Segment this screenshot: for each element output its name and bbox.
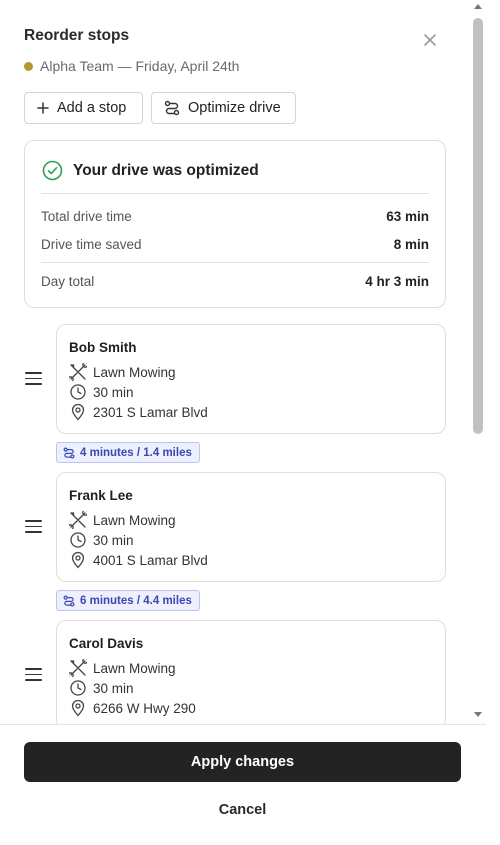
stat-value: 8 min [393, 237, 429, 252]
plus-icon [37, 102, 49, 114]
duration: 30 min [93, 680, 134, 696]
apply-changes-button[interactable]: Apply changes [24, 742, 461, 782]
drag-handle-icon[interactable] [25, 668, 42, 682]
service-name: Lawn Mowing [93, 660, 176, 676]
customer-name: Frank Lee [69, 488, 133, 503]
clock-icon [70, 680, 86, 696]
service-line: Lawn Mowing [69, 511, 176, 529]
route-icon [63, 595, 75, 606]
optimize-drive-label: Optimize drive [188, 100, 281, 116]
stop-row: Frank Lee Lawn Mowing 30 min 4001 S Lama… [24, 472, 446, 582]
stop-card[interactable]: Carol Davis Lawn Mowing 30 min 6266 W Hw… [56, 620, 446, 725]
drive-segment-label: 6 minutes / 4.4 miles [80, 594, 192, 607]
customer-name: Bob Smith [69, 340, 137, 355]
tools-icon [69, 511, 87, 529]
scrollbar-thumb[interactable] [473, 18, 483, 434]
reorder-stops-panel: Reorder stops Alpha Team — Friday, April… [0, 0, 486, 725]
map-pin-icon [71, 699, 85, 717]
check-circle-icon [42, 160, 63, 181]
duration-line: 30 min [69, 679, 134, 697]
stat-drive-time-saved: Drive time saved 8 min [41, 237, 429, 252]
team-date-subtitle: Alpha Team — Friday, April 24th [24, 58, 239, 74]
cancel-button[interactable]: Cancel [24, 798, 461, 822]
clock-icon [70, 384, 86, 400]
drive-segment-badge: 4 minutes / 1.4 miles [56, 442, 200, 463]
address: 4001 S Lamar Blvd [93, 552, 208, 568]
address-line: 4001 S Lamar Blvd [69, 551, 208, 569]
team-color-dot [24, 61, 33, 71]
stat-label: Total drive time [41, 209, 132, 224]
address-line: 6266 W Hwy 290 [69, 699, 196, 717]
close-icon[interactable] [421, 31, 439, 49]
address-line: 2301 S Lamar Blvd [69, 403, 208, 421]
page-title: Reorder stops [24, 27, 130, 44]
optimization-heading: Your drive was optimized [73, 161, 259, 179]
divider [41, 262, 429, 263]
add-stop-label: Add a stop [57, 100, 127, 116]
stat-value: 4 hr 3 min [365, 274, 429, 289]
clock-icon [70, 532, 86, 548]
stat-label: Day total [41, 274, 95, 289]
map-pin-icon [71, 403, 85, 421]
drive-segment-label: 4 minutes / 1.4 miles [80, 446, 192, 459]
drive-segment-badge: 6 minutes / 4.4 miles [56, 590, 200, 611]
stat-label: Drive time saved [41, 237, 142, 252]
footer-actions: Apply changes Cancel [0, 724, 486, 845]
service-line: Lawn Mowing [69, 659, 176, 677]
stat-day-total: Day total 4 hr 3 min [41, 274, 429, 289]
service-name: Lawn Mowing [93, 364, 176, 380]
stop-card[interactable]: Frank Lee Lawn Mowing 30 min 4001 S Lama… [56, 472, 446, 582]
stop-row: Bob Smith Lawn Mowing 30 min 2301 S Lama… [24, 324, 446, 434]
map-pin-icon [71, 551, 85, 569]
stat-value: 63 min [386, 209, 429, 224]
divider [41, 193, 429, 194]
route-icon [63, 447, 75, 458]
stop-row: Carol Davis Lawn Mowing 30 min 6266 W Hw… [24, 620, 446, 725]
duration: 30 min [93, 384, 134, 400]
scroll-down-arrow-icon[interactable] [474, 712, 482, 717]
customer-name: Carol Davis [69, 636, 144, 651]
duration-line: 30 min [69, 531, 134, 549]
service-name: Lawn Mowing [93, 512, 176, 528]
drag-handle-icon[interactable] [25, 372, 42, 386]
address: 6266 W Hwy 290 [93, 700, 196, 716]
service-line: Lawn Mowing [69, 363, 176, 381]
tools-icon [69, 363, 87, 381]
stat-total-drive-time: Total drive time 63 min [41, 209, 429, 224]
address: 2301 S Lamar Blvd [93, 404, 208, 420]
route-icon [164, 100, 180, 116]
drag-handle-icon[interactable] [25, 520, 42, 534]
vertical-scrollbar[interactable] [470, 0, 486, 725]
duration: 30 min [93, 532, 134, 548]
subtitle-text: Alpha Team — Friday, April 24th [40, 58, 240, 74]
optimize-drive-button[interactable]: Optimize drive [151, 92, 296, 124]
add-stop-button[interactable]: Add a stop [24, 92, 143, 124]
optimization-summary-card: Your drive was optimized Total drive tim… [24, 140, 446, 308]
tools-icon [69, 659, 87, 677]
duration-line: 30 min [69, 383, 134, 401]
stop-card[interactable]: Bob Smith Lawn Mowing 30 min 2301 S Lama… [56, 324, 446, 434]
scroll-up-arrow-icon[interactable] [474, 4, 482, 9]
